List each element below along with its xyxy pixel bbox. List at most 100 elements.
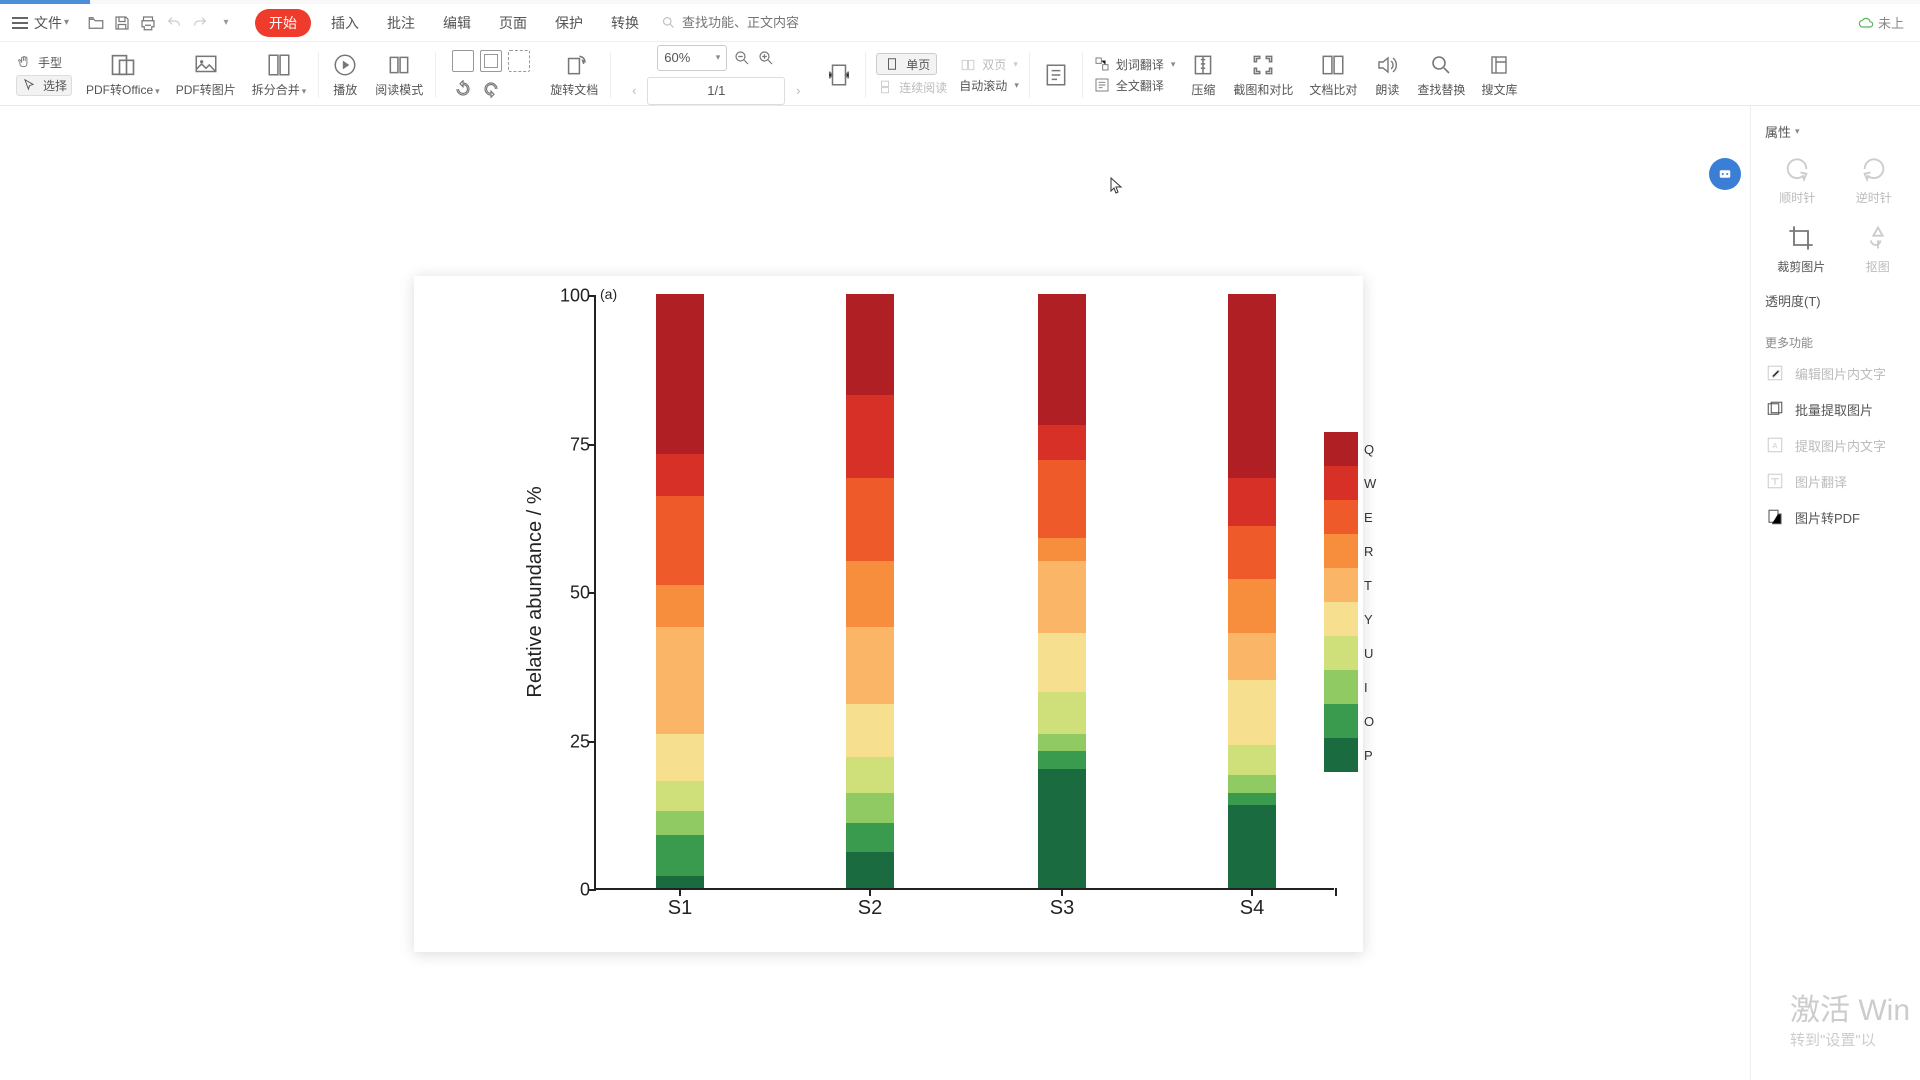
compress-button[interactable]: 压缩 [1181, 47, 1225, 103]
save-icon[interactable] [109, 10, 135, 36]
tab-protect[interactable]: 保护 [541, 13, 597, 33]
hand-icon [16, 54, 32, 70]
cursor-mode-group: 手型 选择 [10, 47, 78, 103]
play-icon [331, 51, 359, 79]
document-viewport[interactable]: (a) Relative abundance / % 0255075100S1S… [0, 106, 1920, 1080]
rotate-doc-button[interactable]: 旋转文档 [542, 47, 606, 103]
book-icon [385, 51, 413, 79]
screenshot-icon [1249, 51, 1277, 79]
ocr-icon: A [1765, 435, 1785, 455]
doc-compare-button[interactable]: 文档比对 [1301, 47, 1365, 103]
file-menu[interactable]: 文件 [34, 13, 62, 33]
tab-annotate[interactable]: 批注 [373, 13, 429, 33]
image-translate-button[interactable]: 图片翻译 [1751, 463, 1920, 499]
search-lib-button[interactable]: 搜文库 [1473, 47, 1525, 103]
continuous-mode[interactable]: 连续阅读 [876, 78, 947, 96]
batch-extract-button[interactable]: 批量提取图片 [1751, 391, 1920, 427]
image-pdf-icon [1765, 507, 1785, 527]
batch-extract-icon [1765, 399, 1785, 419]
page-nav: ‹ › [621, 77, 811, 105]
screenshot-compare-button[interactable]: 截图和对比 [1225, 47, 1301, 103]
assistant-badge-icon[interactable] [1709, 158, 1741, 190]
select-tool[interactable]: 选择 [16, 75, 72, 96]
double-page-mode[interactable]: 双页▾ [959, 56, 1018, 74]
sync-status[interactable]: 未上 [1858, 13, 1904, 32]
pdf-to-image-button[interactable]: PDF转图片 [168, 47, 244, 103]
image-translate-icon [1765, 471, 1785, 491]
page-input[interactable] [647, 77, 785, 105]
read-aloud-button[interactable]: 朗读 [1365, 47, 1409, 103]
y-axis-label: Relative abundance / % [524, 486, 547, 697]
legend: QWERTYUIOP [1324, 432, 1376, 772]
dropdown-caret-icon[interactable]: ▾ [213, 10, 239, 36]
word-translate-button[interactable]: 划词翻译▾ [1093, 55, 1176, 73]
speaker-icon [1373, 51, 1401, 79]
chart-figure: (a) Relative abundance / % 0255075100S1S… [424, 282, 1353, 946]
crop-rect-2[interactable] [480, 50, 502, 72]
compare-icon [1319, 51, 1347, 79]
properties-title[interactable]: 属性▾ [1751, 114, 1920, 147]
hand-tool[interactable]: 手型 [16, 54, 72, 71]
transparency-label[interactable]: 透明度(T) [1751, 285, 1920, 316]
properties-panel: 属性▾ 顺时针 逆时针 裁剪图片 抠图 透明度(T) 更多功能 编辑图片内文字 … [1750, 106, 1920, 1080]
auto-scroll-mode[interactable]: 自动滚动▾ [959, 77, 1019, 94]
pdf-to-office-button[interactable]: PDF转Office▾ [78, 47, 168, 103]
rotate-ccw-icon[interactable] [452, 78, 474, 100]
chevron-down-icon[interactable]: ▾ [64, 17, 69, 28]
crop-rect-3[interactable] [508, 50, 530, 72]
single-page-icon [883, 55, 901, 73]
zoom-out-icon[interactable] [733, 49, 751, 67]
rotate-cw-icon [1781, 153, 1813, 185]
rotate-tools-row [446, 78, 536, 100]
print-icon[interactable] [135, 10, 161, 36]
fit-page-icon [825, 61, 853, 89]
crop-rect-1[interactable] [452, 50, 474, 72]
edit-image-text-button[interactable]: 编辑图片内文字 [1751, 355, 1920, 391]
zoom-select[interactable]: 60%▾ [657, 45, 727, 71]
open-folder-icon[interactable] [83, 10, 109, 36]
pdf-office-icon [109, 51, 137, 79]
undo-icon[interactable] [161, 10, 187, 36]
toolbar: 手型 选择 PDF转Office▾ PDF转图片 拆分合并▾ 播放 阅读模式 [0, 42, 1920, 106]
crop-icon [1785, 222, 1817, 254]
svg-text:A: A [1772, 441, 1777, 450]
fit-page-button[interactable] [817, 47, 861, 103]
search-box[interactable] [661, 15, 862, 30]
tab-start[interactable]: 开始 [255, 9, 311, 37]
image-to-pdf-button[interactable]: 图片转PDF [1751, 499, 1920, 535]
redo-icon[interactable] [187, 10, 213, 36]
rotate-cw-button[interactable]: 顺时针 [1779, 153, 1815, 206]
extract-text-button[interactable]: A 提取图片内文字 [1751, 427, 1920, 463]
cursor-icon [21, 77, 37, 93]
translate-full-icon [1093, 76, 1111, 94]
full-translate-button[interactable]: 全文翻译 [1093, 76, 1164, 94]
read-mode-button[interactable]: 阅读模式 [367, 47, 431, 103]
cutout-button[interactable]: 抠图 [1862, 222, 1894, 275]
crop-image-button[interactable]: 裁剪图片 [1777, 222, 1825, 275]
tab-insert[interactable]: 插入 [317, 13, 373, 33]
play-button[interactable]: 播放 [323, 47, 367, 103]
hamburger-icon[interactable] [8, 11, 32, 35]
cutout-icon [1862, 222, 1894, 254]
rotate-cw-icon[interactable] [480, 78, 502, 100]
zoom-in-icon[interactable] [757, 49, 775, 67]
mouse-cursor-icon [1110, 177, 1124, 195]
page-canvas: (a) Relative abundance / % 0255075100S1S… [414, 276, 1363, 952]
double-page-icon [959, 56, 977, 74]
tab-page[interactable]: 页面 [485, 13, 541, 33]
tab-edit[interactable]: 编辑 [429, 13, 485, 33]
adjust-layout-button[interactable] [1034, 47, 1078, 103]
search-input[interactable] [682, 15, 862, 30]
find-replace-button[interactable]: 查找替换 [1409, 47, 1473, 103]
plot-area: 0255075100S1S2S3S4 [594, 296, 1334, 890]
next-page-icon[interactable]: › [785, 78, 811, 104]
pdf-image-icon [192, 51, 220, 79]
prev-page-icon[interactable]: ‹ [621, 78, 647, 104]
rotate-ccw-button[interactable]: 逆时针 [1856, 153, 1892, 206]
translate-word-icon [1093, 55, 1111, 73]
split-merge-button[interactable]: 拆分合并▾ [244, 47, 315, 103]
single-page-mode[interactable]: 单页 [876, 53, 937, 75]
rotate-doc-icon [560, 51, 588, 79]
tab-convert[interactable]: 转换 [597, 13, 653, 33]
split-merge-icon [265, 51, 293, 79]
